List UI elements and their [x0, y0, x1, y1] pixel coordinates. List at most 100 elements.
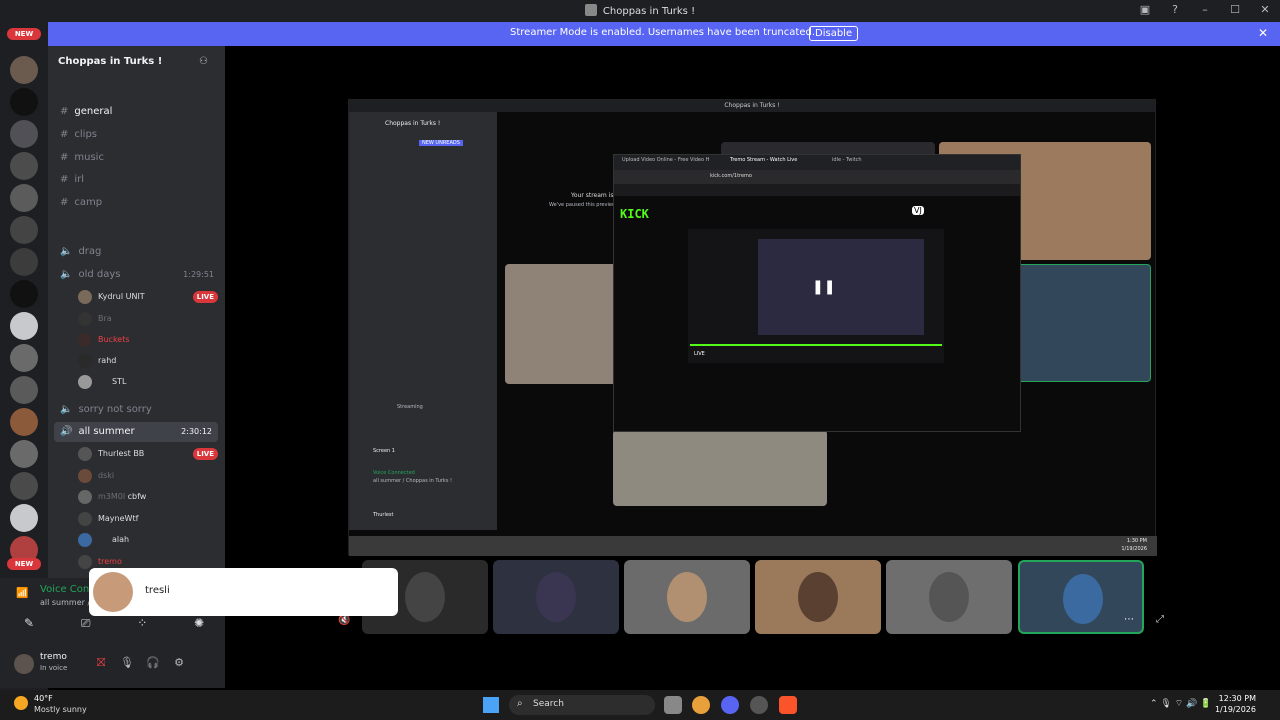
user-name[interactable]: tremo: [40, 652, 67, 662]
address-bar[interactable]: kick.com/1tremo: [614, 170, 1020, 184]
voice-channel-old-days[interactable]: 🔈 old days 1:29:51: [60, 265, 220, 285]
voice-user[interactable]: Thurlest BB LIVE: [78, 444, 218, 464]
server-icon[interactable]: [10, 408, 38, 436]
participant-tile[interactable]: [624, 560, 750, 634]
disable-button[interactable]: Disable: [809, 26, 859, 41]
channel-irl[interactable]: # irl: [60, 170, 220, 190]
channel-label: drag: [78, 246, 102, 257]
speaker-icon: 🔈: [60, 246, 73, 257]
server-icon[interactable]: [10, 248, 38, 276]
microphone-icon[interactable]: 🎙: [114, 656, 140, 670]
banner-message: Streamer Mode is enabled. Usernames have…: [510, 27, 815, 38]
settings-icon[interactable]: ⚙: [166, 656, 192, 670]
camera-icon[interactable]: ✎: [14, 616, 44, 631]
browser-tab[interactable]: Upload Video Online - Free Video H: [622, 157, 709, 163]
weather-icon[interactable]: [14, 696, 28, 710]
server-icon[interactable]: [10, 344, 38, 372]
system-tray[interactable]: ⌃ 🎙 ⌔ 🔊 🔋: [1150, 698, 1211, 709]
user-popup[interactable]: tresli: [89, 568, 398, 616]
server-name[interactable]: Choppas in Turks !: [58, 56, 162, 67]
weather-desc[interactable]: Mostly sunny: [34, 705, 87, 714]
channel-music[interactable]: # music: [60, 148, 220, 168]
channel-general[interactable]: # general: [60, 102, 220, 122]
hash-icon: #: [60, 106, 69, 117]
voice-user[interactable]: MayneWtf: [78, 509, 218, 529]
server-icon[interactable]: [10, 440, 38, 468]
screen-share-icon[interactable]: ⎚: [71, 616, 101, 631]
voice-status[interactable]: Voice Conn: [40, 584, 96, 595]
server-icon[interactable]: [10, 184, 38, 212]
voice-user[interactable]: alah: [78, 530, 218, 550]
browser-tab[interactable]: Tremo Stream - Watch Live: [730, 157, 797, 163]
signal-icon[interactable]: 📶: [16, 588, 28, 599]
kick-logo[interactable]: KICK: [620, 207, 649, 221]
server-icon[interactable]: [10, 504, 38, 532]
invite-icon[interactable]: ⚇: [199, 56, 208, 67]
live-badge: LIVE: [192, 291, 218, 303]
video-tile: [505, 264, 617, 384]
stream-player[interactable]: ❚❚: [688, 229, 944, 363]
chrome-icon[interactable]: [692, 696, 710, 714]
channel-camp[interactable]: # camp: [60, 193, 220, 213]
voice-user[interactable]: STL: [78, 372, 218, 392]
brave-icon[interactable]: [779, 696, 797, 714]
steam-icon[interactable]: [750, 696, 768, 714]
server-icon[interactable]: [10, 280, 38, 308]
channel-label: general: [74, 106, 113, 117]
voice-user[interactable]: dski: [78, 466, 218, 486]
windows-start-icon[interactable]: [483, 697, 499, 713]
server-icon[interactable]: [10, 216, 38, 244]
taskbar-search[interactable]: ⌕ Search: [509, 695, 655, 715]
clock-time[interactable]: 12:30 PM: [1219, 694, 1256, 703]
server-icon[interactable]: [10, 56, 38, 84]
avatar: [536, 572, 576, 622]
voice-user[interactable]: rahd: [78, 351, 218, 371]
server-icon[interactable]: [10, 472, 38, 500]
discord-taskbar-icon[interactable]: [721, 696, 739, 714]
avatar: [929, 572, 969, 622]
server-icon[interactable]: [10, 88, 38, 116]
channel-clips[interactable]: # clips: [60, 125, 220, 145]
server-icon[interactable]: [10, 152, 38, 180]
popout-icon[interactable]: ⤢: [1156, 614, 1164, 625]
voice-user[interactable]: m3M0l cbfw: [78, 487, 218, 507]
voice-user[interactable]: Kydrul UNIT LIVE: [78, 287, 218, 307]
soundboard-icon[interactable]: ✺: [184, 616, 214, 631]
voice-user[interactable]: Buckets: [78, 330, 218, 350]
muted-icon: 🔇: [338, 615, 351, 626]
inbox-icon[interactable]: ▣: [1130, 3, 1160, 16]
voice-channel-drag[interactable]: 🔈 drag: [60, 242, 220, 262]
new-unread-pill[interactable]: NEW: [7, 558, 41, 570]
avatar: [78, 353, 92, 368]
user-badge[interactable]: VJ: [912, 206, 924, 215]
more-options-icon[interactable]: ⋯: [1124, 614, 1134, 625]
server-icon[interactable]: [10, 376, 38, 404]
task-view-icon[interactable]: [664, 696, 682, 714]
stream-off-icon[interactable]: ⛝: [88, 656, 114, 670]
headphones-icon[interactable]: 🎧: [140, 656, 166, 670]
pause-icon[interactable]: ❚❚: [812, 279, 835, 295]
kick-browser-window[interactable]: Upload Video Online - Free Video H Tremo…: [613, 154, 1021, 432]
participant-tile[interactable]: [493, 560, 619, 634]
maximize-button[interactable]: ☐: [1220, 3, 1250, 16]
clock-date[interactable]: 1/19/2026: [1215, 705, 1256, 714]
window-title-text: Choppas in Turks !: [602, 6, 696, 17]
voice-user[interactable]: Bra: [78, 309, 218, 329]
minimize-button[interactable]: –: [1190, 3, 1220, 16]
participant-tile[interactable]: [755, 560, 881, 634]
weather-temp[interactable]: 40°F: [34, 694, 53, 703]
banner-close-icon[interactable]: ✕: [1258, 26, 1268, 40]
new-unread-pill[interactable]: NEW: [7, 28, 41, 40]
voice-channel-sorry-not-sorry[interactable]: 🔈 sorry not sorry: [60, 400, 220, 420]
participant-tile[interactable]: [886, 560, 1012, 634]
seek-bar[interactable]: [690, 344, 942, 346]
help-icon[interactable]: ?: [1160, 3, 1190, 16]
server-icon[interactable]: [10, 120, 38, 148]
user-name: STL: [112, 377, 127, 386]
server-icon[interactable]: [10, 312, 38, 340]
voice-channel-all-summer[interactable]: 🔊 all summer 2:30:12: [54, 422, 218, 442]
activities-icon[interactable]: ⁘: [127, 616, 157, 631]
close-button[interactable]: ✕: [1250, 3, 1280, 16]
avatar[interactable]: [14, 654, 34, 674]
browser-tab[interactable]: idle - Twitch: [832, 157, 862, 163]
